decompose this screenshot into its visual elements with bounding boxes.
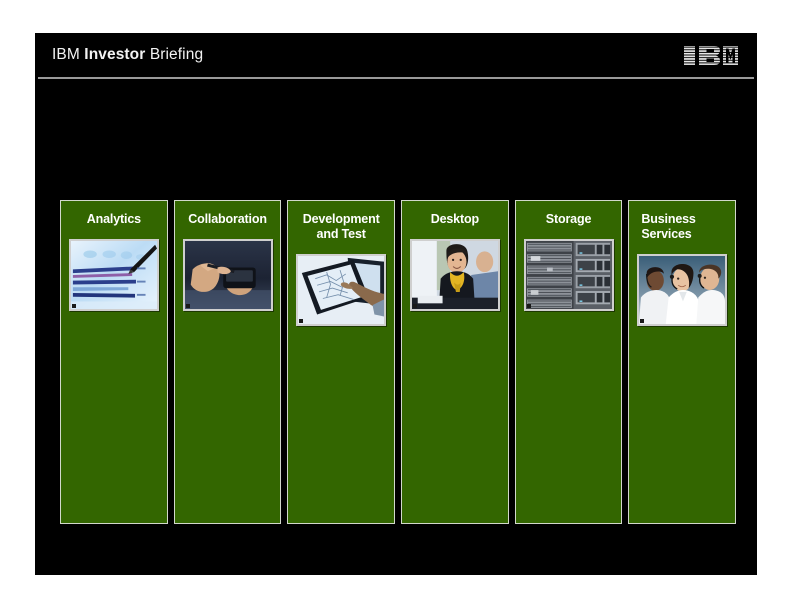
column-collaboration[interactable]: Collaboration xyxy=(173,200,282,524)
development-and-test-tablet-thumbnail xyxy=(296,254,387,326)
column-development-and-test[interactable]: Development and Test xyxy=(287,200,396,524)
column-analytics[interactable]: Analytics xyxy=(60,200,168,524)
ibm-logo xyxy=(683,45,739,66)
column-business-services[interactable]: Business Services xyxy=(628,200,737,524)
brand-title-prefix: IBM xyxy=(52,46,80,63)
thumbnail-corner-tick xyxy=(299,319,304,323)
brand-title-bold: Investor xyxy=(84,46,146,63)
brand-title-suffix: Briefing xyxy=(149,46,204,63)
storage-server-rack-thumbnail xyxy=(523,239,614,311)
collaboration-handheld-device-thumbnail xyxy=(182,239,273,311)
slide-canvas: IBM Investor Briefing Analytics Collabor… xyxy=(35,33,757,575)
desktop-businesswoman-thumbnail xyxy=(409,239,500,311)
column-title-development-and-test: Development and Test xyxy=(302,212,380,241)
column-title-collaboration: Collaboration xyxy=(188,212,267,226)
thumbnail-corner-tick xyxy=(71,304,76,308)
thumbnail-corner-tick xyxy=(412,304,417,308)
analytics-bar-chart-thumbnail xyxy=(68,239,159,311)
business-services-call-center-thumbnail xyxy=(637,254,728,326)
thumbnail-corner-tick xyxy=(185,304,190,308)
thumbnail-corner-tick xyxy=(526,304,531,308)
offering-columns: Analytics Collaboration Development and … xyxy=(60,200,737,524)
column-title-storage: Storage xyxy=(545,212,592,226)
brand-title: IBM Investor Briefing xyxy=(52,46,203,64)
header-divider-rule xyxy=(38,77,754,79)
slide-header: IBM Investor Briefing xyxy=(35,33,757,81)
column-title-desktop: Desktop xyxy=(430,212,479,226)
column-title-analytics: Analytics xyxy=(86,212,141,226)
thumbnail-corner-tick xyxy=(640,319,645,323)
column-storage[interactable]: Storage xyxy=(514,200,623,524)
column-desktop[interactable]: Desktop xyxy=(401,200,509,524)
column-title-business-services: Business Services xyxy=(641,212,696,241)
